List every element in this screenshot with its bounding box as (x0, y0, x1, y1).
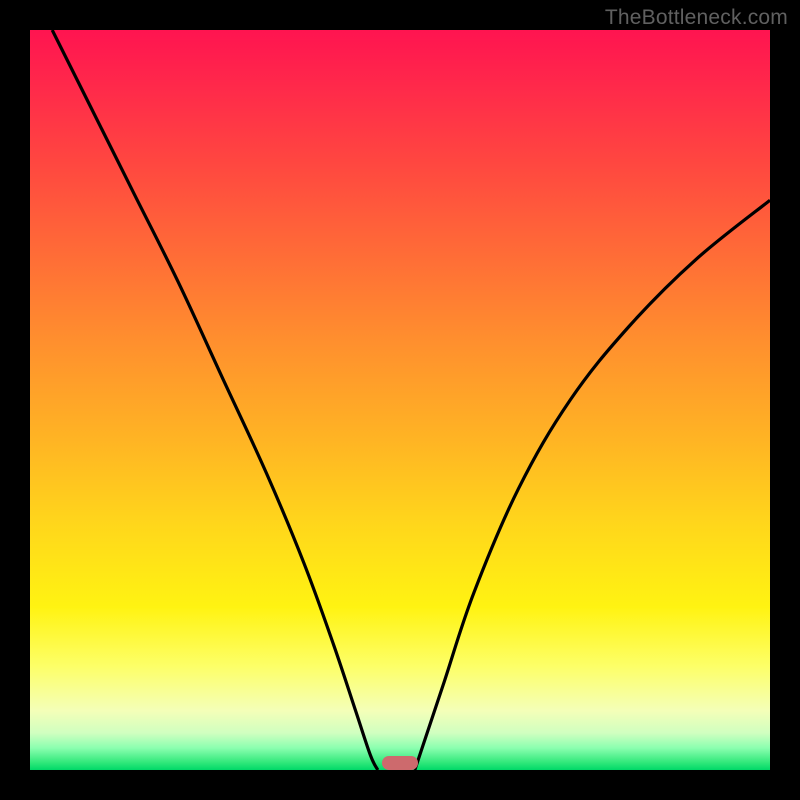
curve-left (52, 30, 378, 770)
watermark-text: TheBottleneck.com (605, 6, 788, 30)
curve-right (415, 200, 770, 770)
plot-area (30, 30, 770, 770)
curves-svg (30, 30, 770, 770)
chart-container: TheBottleneck.com (0, 0, 800, 800)
minimum-marker (382, 756, 418, 770)
